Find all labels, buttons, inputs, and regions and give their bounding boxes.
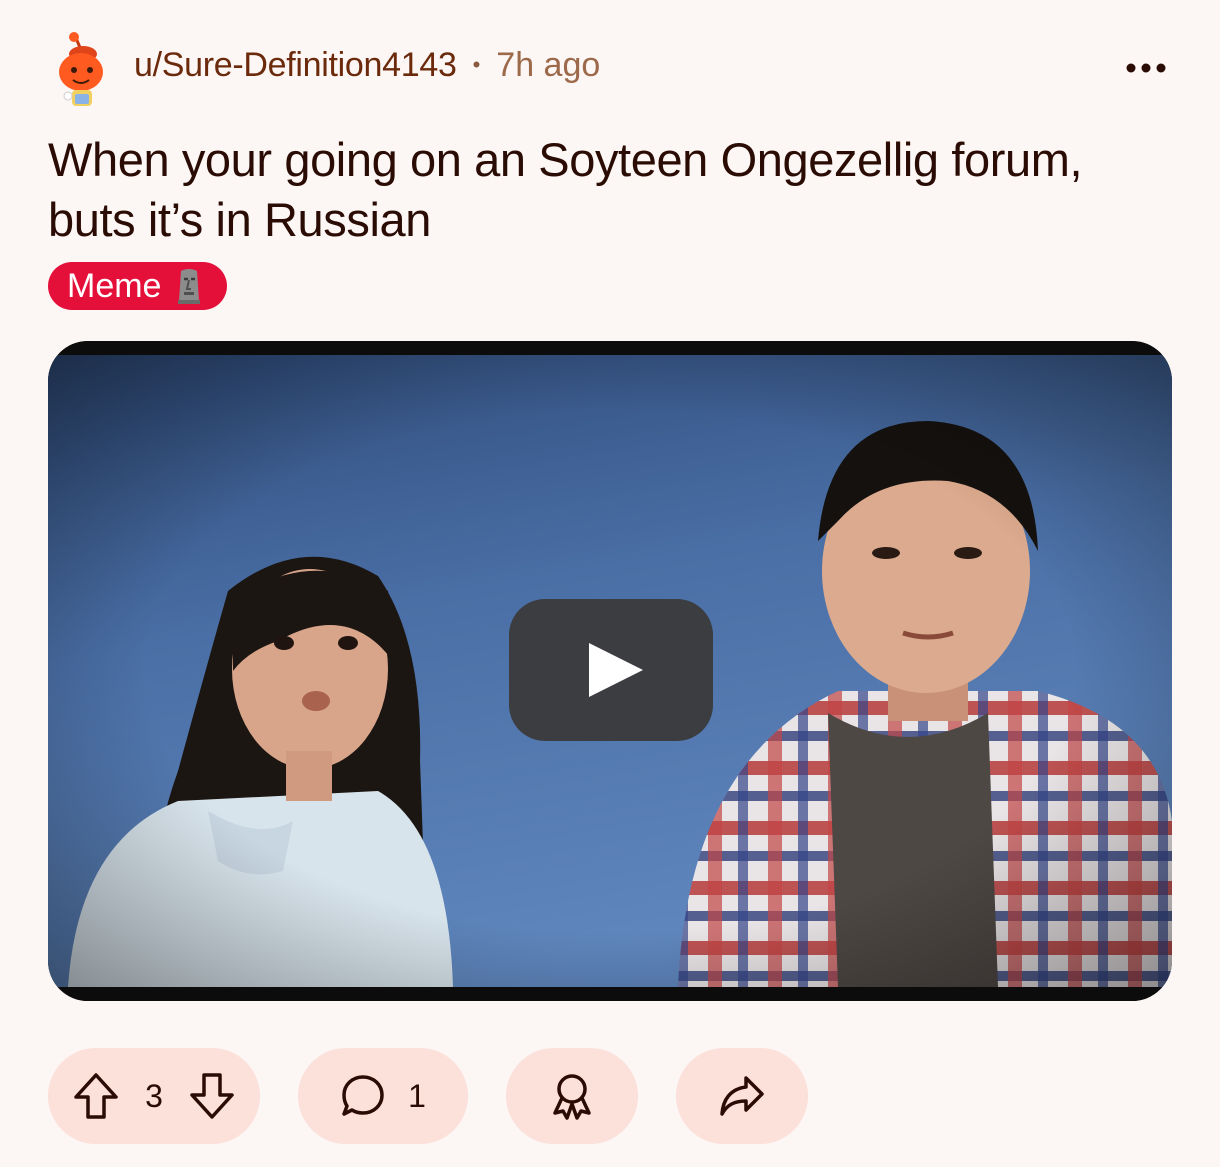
arrow-up-icon[interactable] bbox=[72, 1071, 120, 1121]
vote-control: 3 bbox=[48, 1048, 260, 1144]
post-title[interactable]: When your going on an Soyteen Ongezellig… bbox=[48, 130, 1172, 250]
avatar[interactable] bbox=[48, 30, 120, 110]
moai-icon bbox=[178, 269, 201, 304]
post-card: u/Sure-Definition4143 • 7h ago When your… bbox=[0, 0, 1220, 1167]
play-button[interactable] bbox=[509, 599, 713, 741]
vote-score: 3 bbox=[145, 1077, 163, 1114]
share-arrow-icon bbox=[720, 1076, 764, 1116]
comments-button[interactable]: 1 bbox=[298, 1048, 468, 1144]
more-options-button[interactable] bbox=[1120, 44, 1172, 92]
ellipsis-icon bbox=[1126, 63, 1166, 73]
share-button[interactable] bbox=[676, 1048, 808, 1144]
post-header: u/Sure-Definition4143 • 7h ago bbox=[48, 30, 1172, 110]
meta-separator: • bbox=[472, 52, 481, 77]
video-player[interactable] bbox=[48, 341, 1172, 1001]
arrow-down-icon[interactable] bbox=[188, 1071, 236, 1121]
action-bar: 3 1 bbox=[48, 1048, 808, 1144]
post-timestamp: 7h ago bbox=[496, 45, 601, 84]
author-row: u/Sure-Definition4143 • 7h ago bbox=[134, 46, 600, 85]
award-icon bbox=[553, 1074, 591, 1120]
award-button[interactable] bbox=[506, 1048, 638, 1144]
username-link[interactable]: u/Sure-Definition4143 bbox=[134, 46, 457, 85]
flair-badge[interactable]: Meme bbox=[48, 262, 228, 310]
snoo-avatar-icon bbox=[59, 32, 103, 106]
comment-count: 1 bbox=[408, 1077, 426, 1114]
play-icon bbox=[509, 599, 713, 741]
speech-bubble-icon bbox=[342, 1075, 384, 1116]
flair-label: Meme bbox=[67, 266, 162, 305]
